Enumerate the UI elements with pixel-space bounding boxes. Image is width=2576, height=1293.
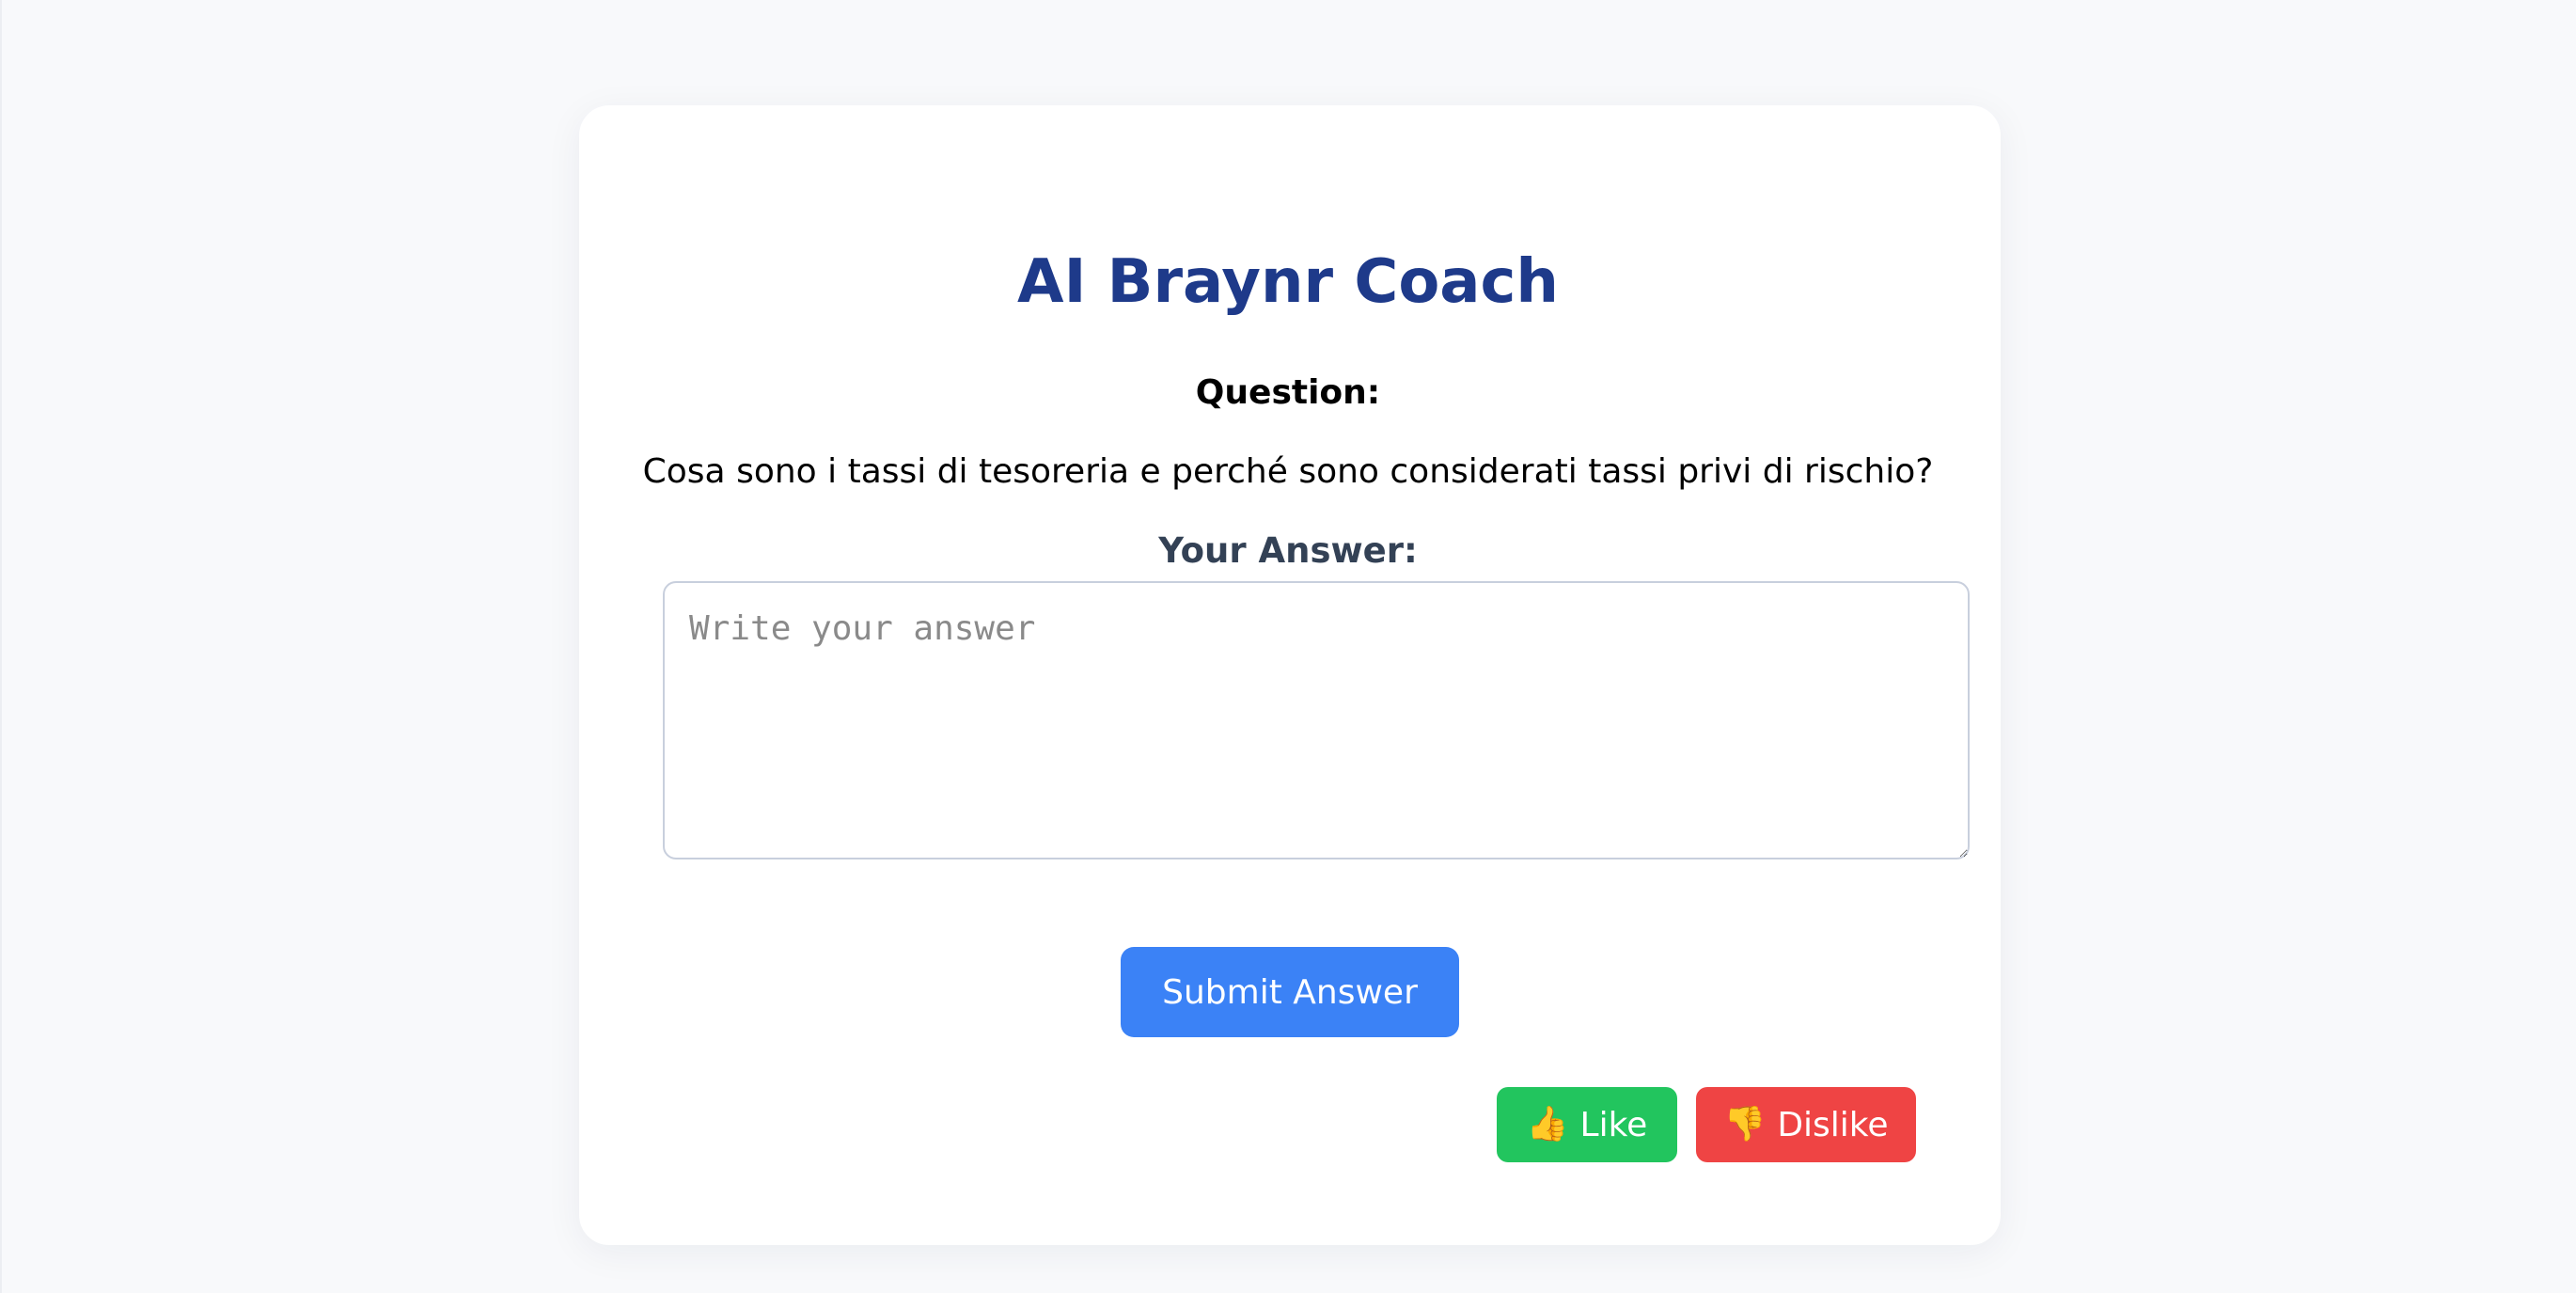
- page-edge: [0, 0, 2, 1293]
- question-label: Question:: [1195, 373, 1381, 412]
- thumbs-up-icon: 👍: [1526, 1105, 1569, 1143]
- submit-answer-button[interactable]: Submit Answer: [1121, 947, 1459, 1037]
- answer-textarea[interactable]: [663, 581, 1970, 859]
- dislike-button[interactable]: 👎 Dislike: [1696, 1087, 1916, 1162]
- page: AI Braynr Coach Question: Cosa sono i ta…: [0, 0, 2576, 1293]
- like-button[interactable]: 👍 Like: [1497, 1087, 1677, 1162]
- dislike-label: Dislike: [1777, 1105, 1889, 1144]
- question-text: Cosa sono i tassi di tesoreria e perché …: [642, 452, 1934, 491]
- page-title: AI Braynr Coach: [1017, 247, 1559, 317]
- like-label: Like: [1579, 1105, 1648, 1144]
- thumbs-down-icon: 👎: [1723, 1105, 1767, 1143]
- answer-label: Your Answer:: [1158, 530, 1418, 571]
